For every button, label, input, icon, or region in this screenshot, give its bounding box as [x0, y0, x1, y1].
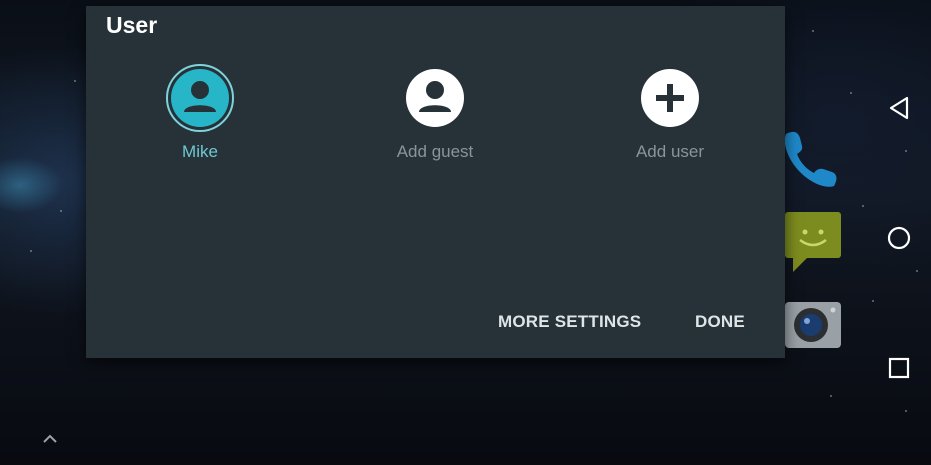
dialog-title: User [106, 12, 158, 38]
home-icon[interactable] [880, 218, 920, 258]
add-guest-label: Add guest [396, 142, 474, 161]
user-tile-mike[interactable]: Mike [120, 64, 280, 162]
messaging-icon[interactable] [785, 212, 843, 274]
chevron-up-icon[interactable] [38, 428, 62, 448]
plus-icon [640, 68, 700, 128]
done-button[interactable]: DONE [695, 312, 745, 332]
back-icon[interactable] [880, 88, 920, 128]
add-user-tile[interactable]: Add user [590, 68, 750, 162]
phone-icon[interactable] [782, 128, 842, 192]
recents-icon[interactable] [880, 348, 920, 388]
android-screen: User Mike Add guest Add user MORE SETTIN… [0, 0, 931, 465]
user-switcher-dialog: User Mike Add guest Add user MORE SETTIN… [86, 6, 785, 358]
user-label-mike: Mike [182, 142, 218, 161]
add-guest-icon [405, 68, 465, 128]
person-avatar-icon [166, 64, 234, 132]
add-guest-tile[interactable]: Add guest [355, 68, 515, 162]
add-user-label: Add user [635, 142, 705, 161]
camera-icon[interactable] [785, 300, 843, 350]
more-settings-button[interactable]: MORE SETTINGS [498, 312, 641, 332]
